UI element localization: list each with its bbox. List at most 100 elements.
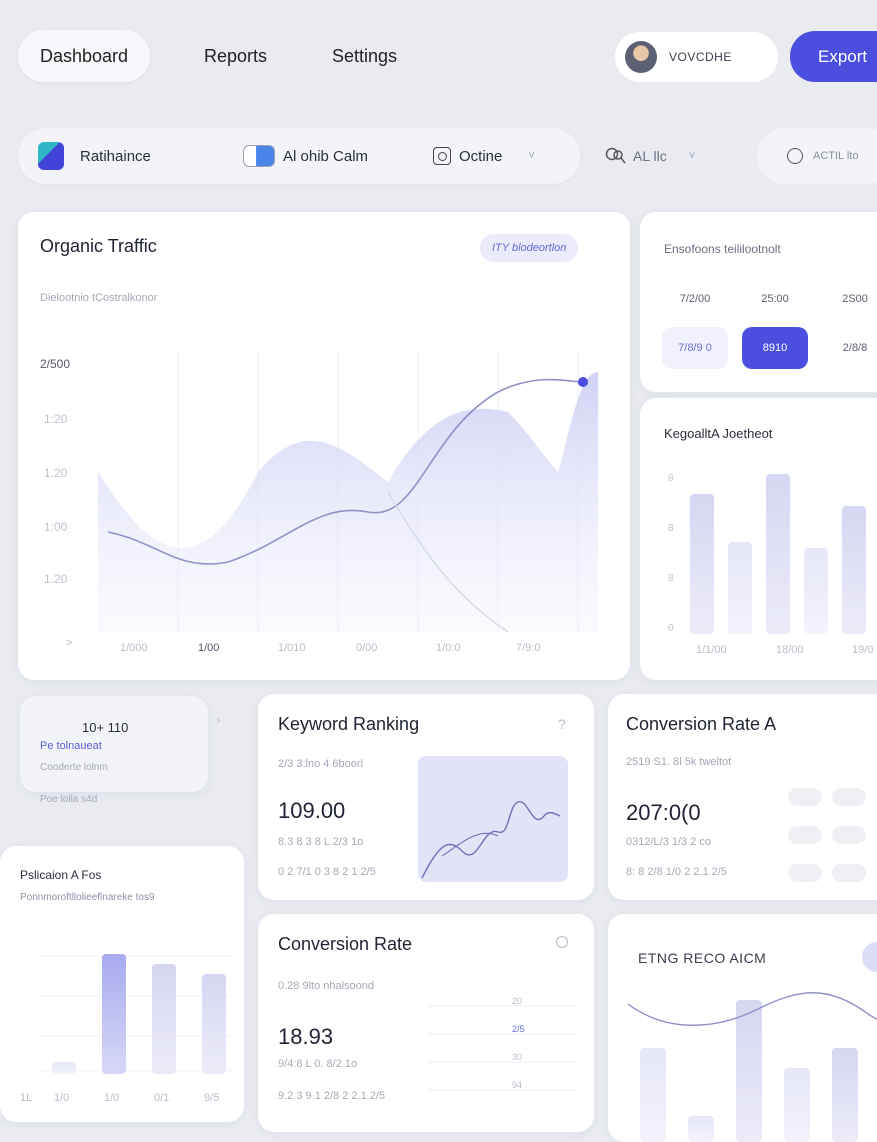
- user-name: VOVCDHE: [669, 50, 732, 64]
- x-axis-label: 7/9:0: [516, 642, 541, 654]
- grid-cell[interactable]: 2/8/8: [822, 327, 877, 369]
- all-filter-label: AL llc: [633, 148, 667, 164]
- stat-line: 9.2 3 9 1 2/8 2 2.1 2/5: [278, 1090, 386, 1102]
- chart-bar[interactable]: [766, 474, 790, 634]
- data-point-marker[interactable]: [578, 377, 588, 387]
- scale-label: 94: [512, 1080, 523, 1090]
- toggle-group[interactable]: [788, 788, 866, 806]
- settings-icon[interactable]: [556, 936, 568, 948]
- conversion-rate-card: Conversion Rate 0.28 9lto nhalsoond 18.9…: [258, 914, 594, 1132]
- x-axis-label: 1/00: [198, 642, 220, 654]
- card-subtitle: Dielootnio tCostralkonor: [40, 292, 158, 304]
- chart-bar[interactable]: [832, 1048, 858, 1142]
- card-title: Conversion Rate A: [626, 714, 777, 734]
- card-subtitle: Ponnmoroftllolieeflnareke tos9: [20, 892, 155, 903]
- toggle-switch[interactable]: [862, 942, 877, 972]
- option-filter[interactable]: Octine ˅: [433, 128, 535, 184]
- search-icon: [605, 147, 626, 164]
- ai-filter-label: Al ohib Calm: [283, 147, 369, 165]
- card-subtitle: 2519 S1. 8l 5k tweltot: [626, 756, 732, 768]
- x-axis-label: 1/1/00: [696, 644, 727, 656]
- chart-bar[interactable]: [202, 974, 226, 1074]
- stat-line: 0 2 7/1 0 3 8 2 1 2/5: [278, 866, 376, 878]
- tab-reports[interactable]: Reports: [182, 30, 289, 82]
- toggle-group[interactable]: [788, 864, 866, 882]
- brand-icon: [38, 142, 64, 170]
- x-axis-label: 1/000: [120, 642, 148, 654]
- brand-filter-label: Ratihaince: [80, 147, 151, 165]
- grid-cell[interactable]: 7/8/9 0: [662, 327, 728, 369]
- chevron-down-icon: ˅: [528, 150, 535, 162]
- tab-dashboard[interactable]: Dashboard: [18, 30, 151, 82]
- grid-cell[interactable]: 25:00: [742, 278, 808, 320]
- chart-bar[interactable]: [102, 954, 126, 1074]
- stat-line: 8: 8 2/8 1/0 2 2.1 2/5: [626, 866, 727, 878]
- trend-line: [628, 992, 877, 1026]
- x-axis-label: 0/1: [154, 1092, 170, 1104]
- x-axis-label: 18/00: [776, 644, 804, 656]
- all-filter[interactable]: AL llc ˅: [605, 128, 695, 184]
- camera-icon: [433, 147, 451, 165]
- card-title: Pslicaion A Fos: [20, 868, 102, 882]
- chart-bar[interactable]: [690, 494, 714, 634]
- export-button[interactable]: Export: [790, 31, 877, 82]
- chart-bar[interactable]: [842, 506, 866, 634]
- x-axis-label: 19/0: [852, 644, 874, 656]
- conversion-rate-a-card: Conversion Rate A 2519 S1. 8l 5k tweltot…: [608, 694, 877, 900]
- tab-settings[interactable]: Settings: [310, 30, 419, 82]
- chart-bar[interactable]: [688, 1116, 714, 1142]
- card-title: ETNG RECO AICM: [638, 950, 767, 966]
- y-axis-label: 8: [668, 473, 674, 484]
- chart-bar[interactable]: [728, 542, 752, 634]
- y-axis-label: 1.20: [44, 572, 68, 586]
- recommendation-card: ETNG RECO AICM: [608, 914, 877, 1142]
- search-placeholder: ACTIL lto: [813, 150, 859, 162]
- stat-line: 8.3 8 3 8 L 2/3 1o: [278, 836, 364, 848]
- keyword-bars-card: KegoalltA Joetheot 8 8 8 0 1/1/00 18/00 …: [640, 398, 877, 680]
- brand-filter[interactable]: Ratihaince: [38, 128, 151, 184]
- mini-stat-link[interactable]: Pe tolnaueat: [40, 740, 102, 752]
- search-input[interactable]: ACTIL lto: [757, 128, 877, 184]
- chart-bar[interactable]: [804, 548, 828, 634]
- filter-bar: Ratihaince Al ohib Calm Octine ˅: [18, 128, 580, 184]
- ai-app-icon: [243, 145, 275, 167]
- mini-stat-line: Poe lolla s4d: [40, 794, 98, 805]
- search-circle-icon: [787, 148, 803, 164]
- chart-bar[interactable]: [640, 1048, 666, 1142]
- sparkline-chart: [418, 756, 568, 882]
- grid-cell[interactable]: 7/2/00: [662, 278, 728, 320]
- traffic-area-chart: [98, 352, 598, 633]
- x-axis-label: 1/0: [104, 1092, 120, 1104]
- stat-line: 0312/L/3 1/3 2 co: [626, 836, 712, 848]
- scale-label: 2/5: [512, 1024, 525, 1034]
- card-title: Ensofoons teililootnolt: [664, 242, 781, 256]
- x-axis-marker: >: [66, 637, 73, 649]
- card-subtitle: 2/3 3:lno 4 6boorl: [278, 758, 364, 770]
- y-axis-label: 0: [668, 623, 674, 634]
- x-axis-label: 1/010: [278, 642, 306, 654]
- mini-stat-value: 10+ 110: [82, 720, 129, 735]
- help-icon[interactable]: ?: [558, 716, 566, 732]
- stat-line: 9/4:8 L 0. 8/2 1o: [278, 1058, 358, 1070]
- status-badge[interactable]: ITY blodeortlon: [480, 234, 579, 262]
- card-title: Conversion Rate: [278, 934, 413, 954]
- user-menu[interactable]: VOVCDHE: [615, 32, 778, 82]
- chart-bar[interactable]: [52, 1062, 76, 1074]
- chevron-down-icon: ˅: [688, 150, 696, 162]
- chevron-right-icon[interactable]: ›: [216, 712, 220, 727]
- grid-cell[interactable]: 2S00: [822, 278, 877, 320]
- chart-bar[interactable]: [152, 964, 176, 1074]
- publication-card: Pslicaion A Fos Ponnmoroftllolieeflnarek…: [0, 846, 244, 1122]
- grid-cell-selected[interactable]: 8910: [742, 327, 808, 369]
- chart-bar[interactable]: [784, 1068, 810, 1142]
- ai-filter[interactable]: Al ohib Calm: [243, 128, 368, 184]
- y-axis-label: 1:20: [44, 412, 68, 426]
- mini-stat-card[interactable]: 10+ 110 Pe tolnaueat Cooderte lolnm: [20, 696, 208, 792]
- keyword-ranking-card: Keyword Ranking ? 2/3 3:lno 4 6boorl 109…: [258, 694, 594, 900]
- toggle-group[interactable]: [788, 826, 866, 844]
- y-axis-label: 1:00: [44, 520, 68, 534]
- mini-stat-line: Cooderte lolnm: [40, 762, 108, 773]
- y-axis-label: 8: [668, 523, 674, 534]
- scale-lines: [428, 1005, 578, 1091]
- card-title: KegoalltA Joetheot: [664, 426, 773, 441]
